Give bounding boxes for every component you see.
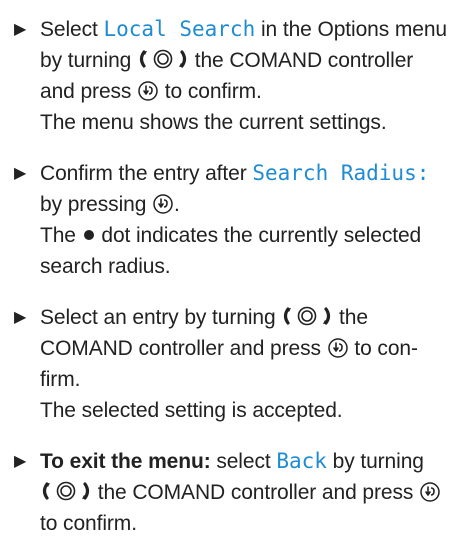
step-4-text-2: by turning (326, 450, 424, 473)
step-3-result: The selected setting is accepted. (40, 399, 343, 422)
triangle-bullet-icon: ▶ (14, 309, 27, 326)
step-2: ▶ Confirm the entry after Search Radius:… (14, 158, 464, 282)
press-controller-icon (420, 482, 440, 502)
step-2-text-3: . (174, 193, 180, 216)
radio-dot-icon (83, 230, 94, 240)
triangle-bullet-icon: ▶ (14, 21, 27, 38)
step-3-text-1: Select an entry by turning (40, 306, 282, 329)
step-2-result-text-3: search radius. (40, 255, 171, 278)
step-3: ▶ Select an entry by turning the COMAND … (14, 302, 464, 426)
step-2-text-2: by pressing (40, 193, 153, 216)
back-display-text: Back (276, 449, 327, 473)
triangle-bullet-icon: ▶ (14, 165, 27, 182)
turn-controller-icon (284, 306, 331, 326)
step-1-text-2: in the Options menu (255, 18, 447, 41)
step-1: ▶ Select Local Search in the Options men… (14, 14, 464, 138)
step-4-text-4: to confirm. (40, 512, 137, 535)
step-2-text-1: Confirm the entry after (40, 162, 253, 185)
step-4-text-3: the COMAND controller and press (92, 481, 419, 504)
step-2-result-text-2: dot indicates the currently selected (95, 224, 422, 247)
instruction-page: ▶ Select Local Search in the Options men… (0, 0, 472, 535)
step-1-text-6: to confirm. (159, 80, 262, 103)
step-3-text-4: to con- (348, 337, 418, 360)
step-2-result: The dot indicates the currently selected… (40, 220, 464, 282)
step-1-text-1: Select (40, 18, 104, 41)
search-radius-display-text: Search Radius: (252, 161, 430, 185)
step-1-result: The menu shows the current settings. (40, 111, 387, 134)
step-1-text-5: and press (40, 80, 138, 103)
step-3-text-5: firm. (40, 368, 81, 391)
step-4: ▶ To exit the menu: select Back by turni… (14, 446, 464, 539)
step-1-text-4: the COMAND controller (188, 49, 414, 72)
local-search-display-text: Local Search (103, 17, 256, 41)
press-controller-icon (327, 338, 348, 358)
turn-controller-icon (139, 49, 187, 69)
step-4-text-1: select (210, 450, 277, 473)
exit-menu-heading: To exit the menu: (40, 450, 211, 473)
triangle-bullet-icon: ▶ (14, 453, 27, 470)
press-controller-icon (138, 81, 158, 101)
turn-controller-icon (42, 481, 90, 501)
press-controller-icon (153, 194, 173, 214)
step-3-text-2: the (333, 306, 368, 329)
step-1-text-3: by turning (40, 49, 137, 72)
step-2-result-text-1: The (40, 224, 82, 247)
step-3-text-3: COMAND controller and press (40, 337, 327, 360)
